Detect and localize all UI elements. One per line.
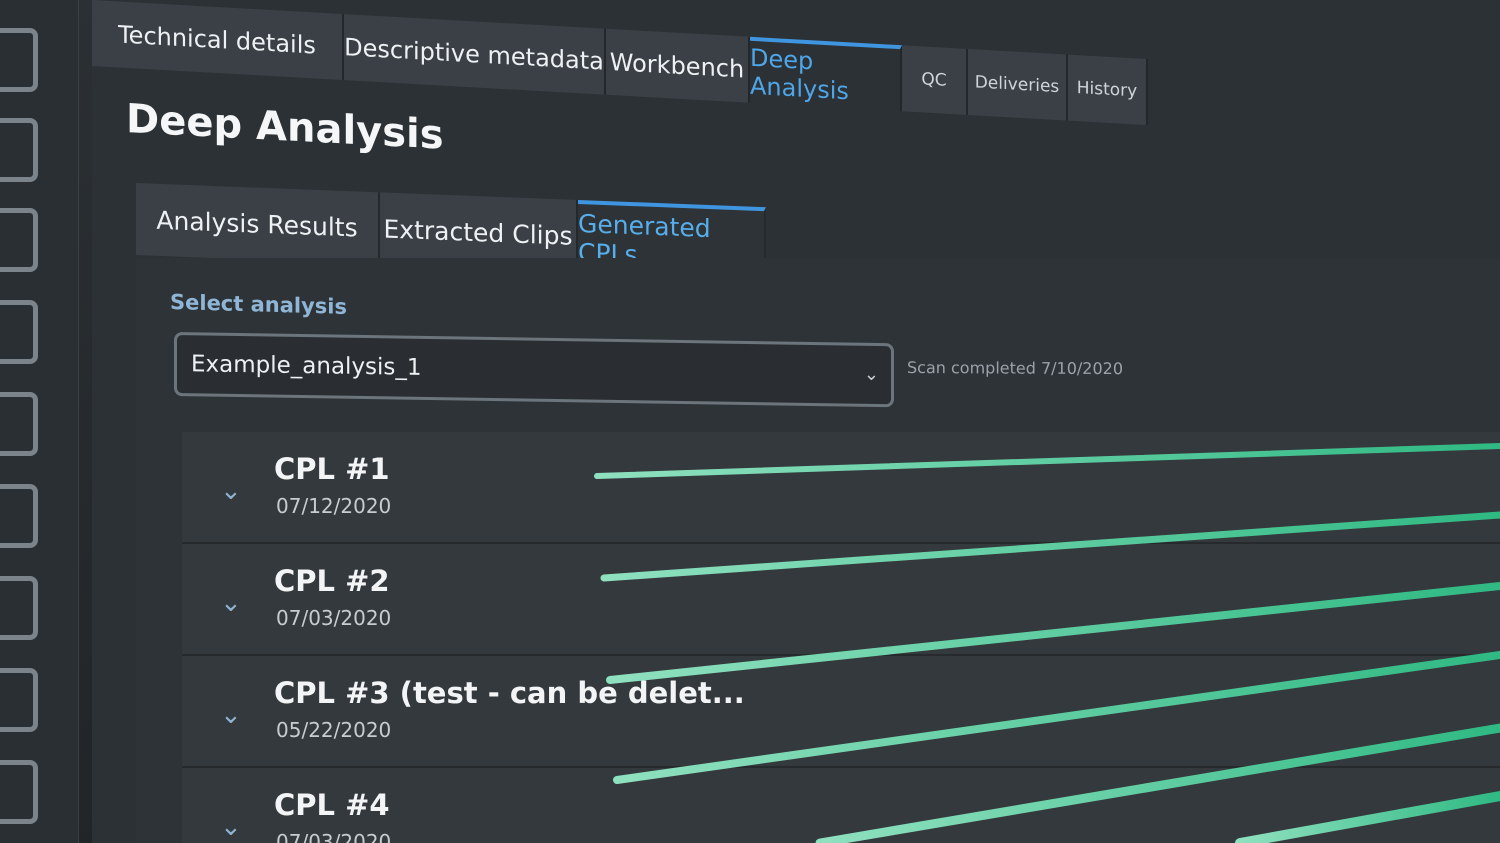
cpl-title: CPL #2 — [274, 564, 390, 598]
chevron-down-icon[interactable]: ⌄ — [220, 476, 242, 506]
chevron-down-icon[interactable]: ⌄ — [220, 812, 242, 842]
analysis-select[interactable]: Example_analysis_1 ⌄ — [174, 332, 894, 408]
scan-status-text: Scan completed 7/10/2020 — [907, 358, 1123, 379]
rail-checkbox[interactable] — [0, 392, 38, 456]
list-item[interactable]: ⌄ CPL #4 07/03/2020 — [182, 768, 1500, 843]
select-analysis-label: Select analysis — [170, 290, 347, 319]
rail-checkbox[interactable] — [0, 668, 38, 732]
rail-checkbox[interactable] — [0, 28, 38, 92]
chevron-down-icon[interactable]: ⌄ — [220, 588, 242, 618]
left-rail — [0, 0, 79, 843]
tab-workbench[interactable]: Workbench — [606, 28, 750, 103]
cpl-date: 05/22/2020 — [276, 718, 392, 742]
app-area: Technical details Descriptive metadata W… — [92, 0, 1500, 843]
chevron-down-icon[interactable]: ⌄ — [220, 700, 242, 730]
tab-deep-analysis[interactable]: Deep Analysis — [750, 36, 902, 112]
tab-qc[interactable]: QC — [902, 45, 968, 115]
list-item[interactable]: ⌄ CPL #1 07/12/2020 — [182, 432, 1500, 544]
cpl-date: 07/12/2020 — [276, 494, 392, 518]
analysis-select-value: Example_analysis_1 — [191, 351, 422, 381]
tab-descriptive-metadata[interactable]: Descriptive metadata — [344, 14, 606, 95]
cpl-list: ⌄ CPL #1 07/12/2020 ⌄ CPL #2 07/03/2020 … — [182, 432, 1500, 843]
cpl-title: CPL #1 — [274, 452, 390, 486]
cpl-title: CPL #3 (test - can be delet... — [274, 676, 745, 710]
cpl-date: 07/03/2020 — [276, 606, 392, 630]
list-item[interactable]: ⌄ CPL #2 07/03/2020 — [182, 544, 1500, 656]
tab-analysis-results[interactable]: Analysis Results — [136, 183, 380, 265]
cpl-date: 07/03/2020 — [276, 830, 392, 843]
rail-checkbox[interactable] — [0, 484, 38, 548]
rail-checkbox[interactable] — [0, 760, 38, 824]
list-item[interactable]: ⌄ CPL #3 (test - can be delet... 05/22/2… — [182, 656, 1500, 768]
tab-deliveries[interactable]: Deliveries — [968, 48, 1068, 121]
cpl-title: CPL #4 — [274, 788, 390, 822]
rail-checkbox[interactable] — [0, 208, 38, 272]
rail-checkbox[interactable] — [0, 576, 38, 640]
screen: Technical details Descriptive metadata W… — [0, 0, 1500, 843]
chevron-down-icon: ⌄ — [863, 363, 879, 386]
rail-checkbox[interactable] — [0, 300, 38, 364]
rail-checkbox[interactable] — [0, 118, 38, 182]
tab-technical-details[interactable]: Technical details — [92, 0, 344, 81]
tab-history[interactable]: History — [1068, 54, 1148, 126]
